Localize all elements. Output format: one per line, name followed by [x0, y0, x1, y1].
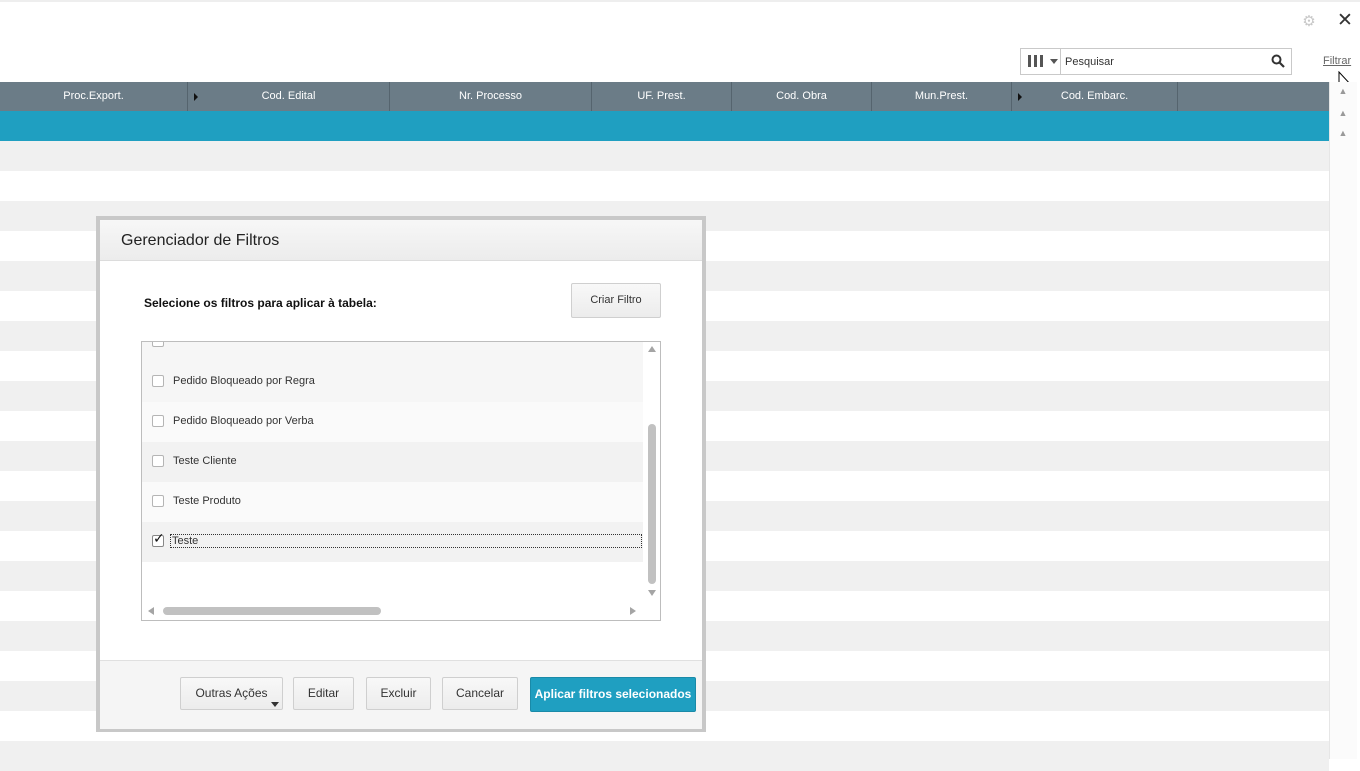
gear-icon[interactable]: ⚙ [1301, 14, 1317, 30]
filter-list: Pedido Bloqueado por Regra Pedido Bloque… [141, 341, 661, 621]
column-header-proc-export[interactable]: Proc.Export. [0, 82, 188, 111]
filter-label: Pedido Bloqueado por Regra [173, 375, 315, 387]
filter-label: Teste [170, 534, 642, 548]
cancel-button[interactable]: Cancelar [442, 677, 518, 710]
search-box [1020, 48, 1292, 75]
filter-checkbox[interactable] [152, 495, 164, 507]
list-item[interactable]: Teste Cliente [142, 442, 643, 482]
filter-link[interactable]: Filtrar [1323, 55, 1351, 67]
table-row[interactable] [0, 171, 1329, 201]
close-icon[interactable]: ✕ [1336, 11, 1354, 30]
column-header-nr-processo[interactable]: Nr. Processo [390, 82, 592, 111]
filter-checkbox[interactable] [152, 455, 164, 467]
list-item[interactable]: ✓ Teste [142, 522, 643, 562]
column-header-mun-prest[interactable]: Mun.Prest. [872, 82, 1012, 111]
list-item[interactable]: Pedido Bloqueado por Verba [142, 402, 643, 442]
chevron-down-icon [271, 702, 279, 707]
scroll-right-icon[interactable] [630, 607, 636, 615]
delete-button[interactable]: Excluir [366, 677, 431, 710]
caret-right-icon [1018, 93, 1022, 101]
checkmark-icon: ✓ [153, 530, 165, 546]
apply-filters-button[interactable]: Aplicar filtros selecionados [530, 677, 696, 712]
filter-manager-dialog: Gerenciador de Filtros Selecione os filt… [100, 220, 702, 729]
list-item[interactable]: Pedido Bloqueado por Regra [142, 362, 643, 402]
dialog-instruction: Selecione os filtros para aplicar à tabe… [144, 296, 377, 310]
scroll-thumb[interactable] [163, 607, 381, 615]
dialog-titlebar: Gerenciador de Filtros [100, 220, 702, 261]
column-selector-button[interactable] [1021, 49, 1061, 74]
list-horizontal-scrollbar[interactable] [142, 603, 660, 620]
list-vertical-scrollbar[interactable] [644, 342, 660, 603]
other-actions-button[interactable]: Outras Ações [180, 677, 283, 710]
other-actions-label: Outras Ações [195, 686, 268, 700]
filter-checkbox[interactable] [152, 415, 164, 427]
scroll-top-icon[interactable]: ▲ [1338, 86, 1348, 96]
filter-checkbox[interactable] [152, 375, 164, 387]
scroll-page-up-icon[interactable]: ▲ [1338, 108, 1348, 118]
column-header-cod-embarc[interactable]: Cod. Embarc. [1012, 82, 1178, 111]
caret-right-icon [194, 93, 198, 101]
column-header-cod-obra[interactable]: Cod. Obra [732, 82, 872, 111]
top-divider [0, 0, 1360, 2]
filter-label: Teste Cliente [173, 455, 237, 467]
table-row[interactable] [0, 741, 1329, 771]
filter-checkbox[interactable] [152, 342, 164, 347]
filter-label: Pedido Bloqueado por Verba [173, 415, 314, 427]
chevron-down-icon [1050, 59, 1058, 64]
create-filter-button[interactable]: Criar Filtro [571, 283, 661, 318]
table-row[interactable] [0, 141, 1329, 171]
dialog-title: Gerenciador de Filtros [121, 232, 280, 249]
scroll-left-icon[interactable] [148, 607, 154, 615]
table-header: Proc.Export. Cod. Edital Nr. Processo UF… [0, 82, 1329, 111]
columns-icon [1028, 55, 1044, 67]
dialog-footer: Outras Ações Editar Excluir Cancelar Apl… [100, 660, 702, 729]
list-item[interactable]: Teste Produto [142, 482, 643, 522]
column-header-cod-edital[interactable]: Cod. Edital [188, 82, 390, 111]
list-item-partial [142, 342, 643, 362]
search-input[interactable] [1065, 53, 1265, 71]
search-icon[interactable] [1271, 54, 1285, 68]
filter-label: Teste Produto [173, 495, 241, 507]
scroll-down-icon[interactable] [648, 590, 656, 596]
vertical-scrollbar[interactable]: ▲ ▲ ▲ [1329, 82, 1357, 759]
selected-table-row[interactable] [0, 111, 1329, 141]
column-header-uf-prest[interactable]: UF. Prest. [592, 82, 732, 111]
edit-button[interactable]: Editar [293, 677, 354, 710]
scroll-up-icon[interactable] [648, 346, 656, 352]
scroll-thumb[interactable] [648, 424, 656, 584]
scroll-up-icon[interactable]: ▲ [1338, 128, 1348, 138]
